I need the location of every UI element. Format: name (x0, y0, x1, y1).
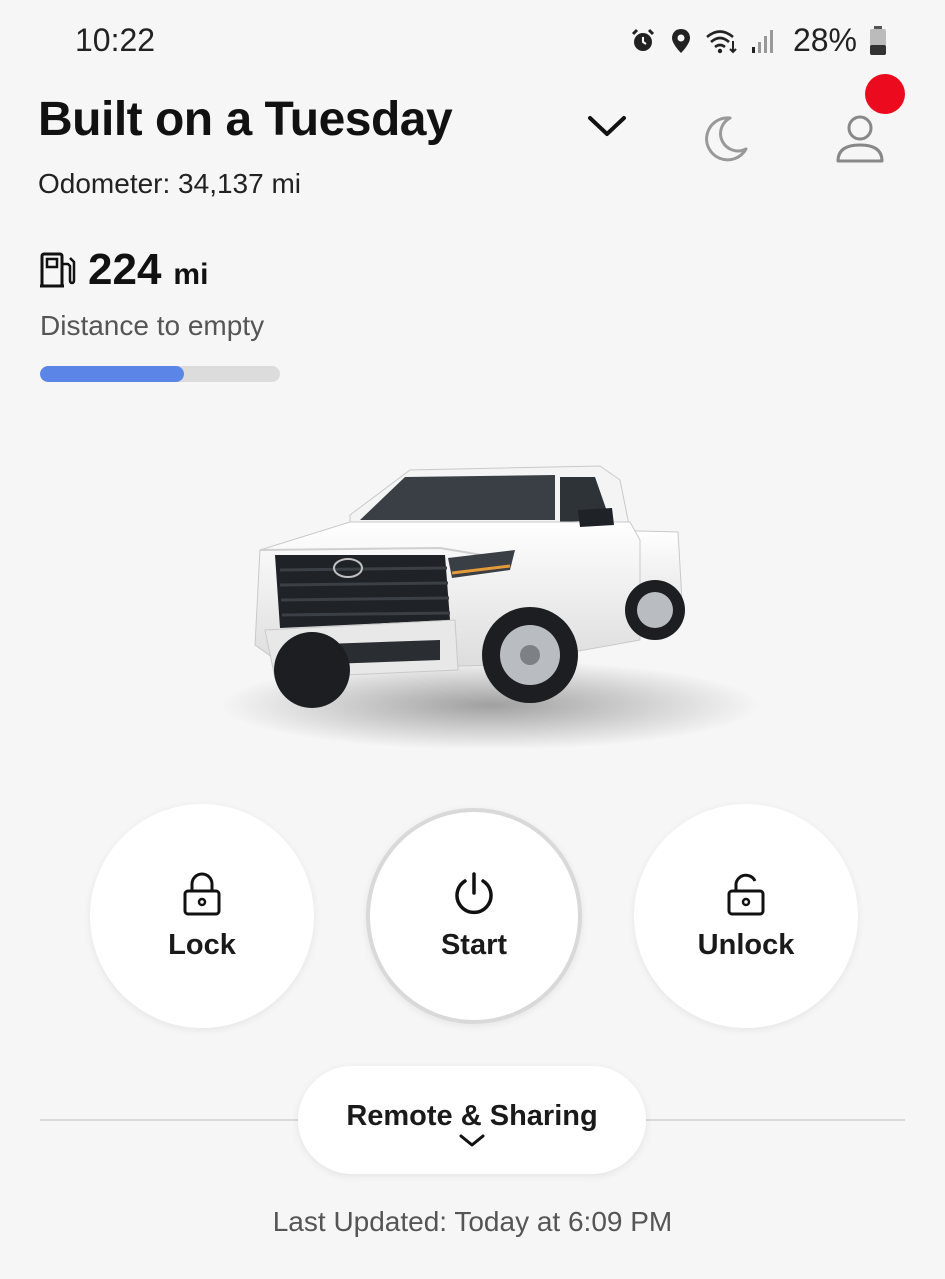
status-time: 10:22 (75, 22, 156, 58)
vehicle-name: Built on a Tuesday (38, 93, 453, 146)
unlock-label: Unlock (697, 928, 795, 961)
fuel-range-value: 224 (88, 245, 162, 294)
fuel-range: 224 mi (38, 245, 208, 295)
lock-icon (183, 872, 221, 915)
location-icon (669, 27, 693, 55)
profile-icon[interactable] (832, 113, 888, 170)
chevron-down-icon (459, 1134, 485, 1146)
lock-label: Lock (168, 928, 236, 961)
vehicle-selector-button[interactable] (582, 106, 632, 146)
fuel-range-unit: mi (173, 258, 209, 291)
unlock-icon (727, 873, 765, 915)
odometer-readout: Odometer: 34,137 mi (38, 168, 302, 199)
remote-sharing-button[interactable]: Remote & Sharing (298, 1066, 646, 1174)
signal-icon (751, 27, 777, 55)
battery-icon (869, 25, 887, 56)
vehicle-image (200, 430, 760, 760)
notification-badge[interactable] (865, 74, 905, 114)
start-label: Start (440, 928, 508, 961)
chevron-down-icon (588, 116, 626, 136)
lock-button[interactable]: Lock (90, 804, 314, 1028)
fuel-level-fill (40, 366, 184, 382)
alarm-icon (629, 27, 657, 55)
power-icon (455, 871, 493, 914)
last-updated-text: Last Updated: Today at 6:09 PM (272, 1206, 673, 1237)
fuel-level-bar (40, 366, 280, 382)
fuel-pump-icon (38, 250, 78, 290)
battery-percent: 28% (792, 22, 857, 58)
remote-sharing-label: Remote & Sharing (346, 1099, 598, 1132)
wifi-icon (705, 27, 739, 55)
status-bar: 10:22 28% (0, 0, 945, 80)
fuel-range-label: Distance to empty (40, 310, 265, 341)
status-icons: 28% (629, 22, 887, 59)
unlock-button[interactable]: Unlock (634, 804, 858, 1028)
moon-icon[interactable] (700, 113, 750, 170)
start-button[interactable]: Start (366, 808, 582, 1024)
